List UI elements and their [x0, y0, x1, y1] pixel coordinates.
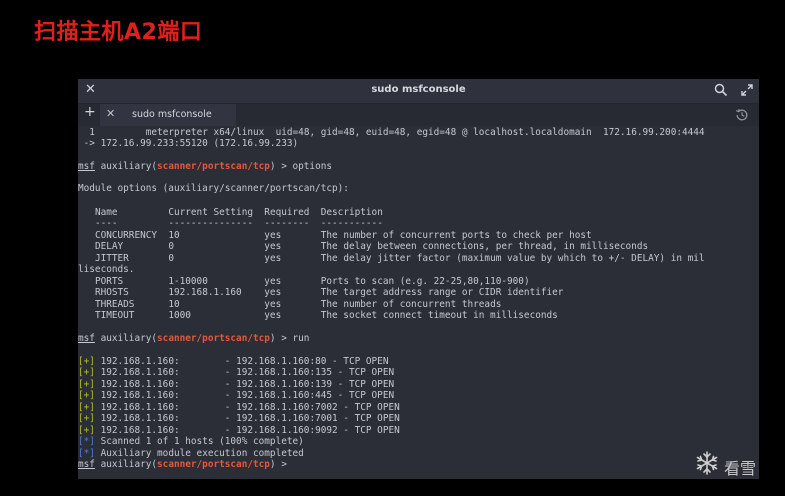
watermark-text: 看雪 — [724, 459, 757, 478]
history-icon[interactable] — [734, 107, 750, 123]
table-row: DELAY 0 yes The delay between connection… — [94, 241, 649, 252]
close-icon[interactable]: ✕ — [106, 107, 115, 120]
terminal-window: ✕ sudo msfconsole + ✕ sudo msfconsole 1 … — [78, 79, 759, 479]
table-row-wrap: liseconds. — [78, 264, 135, 275]
watermark: 看雪 — [694, 450, 772, 480]
scan-result-line: [+] 192.168.1.160: - 192.168.1.160:7001 … — [78, 413, 400, 424]
maximize-icon[interactable] — [740, 83, 754, 97]
status-line: [*] Scanned 1 of 1 hosts (100% complete) — [78, 436, 304, 447]
table-row: TIMEOUT 1000 yes The socket connect time… — [94, 310, 558, 321]
window-titlebar: ✕ sudo msfconsole — [78, 79, 759, 103]
slide-title: 扫描主机A2端口 — [34, 20, 203, 45]
table-row: RHOSTS 192.168.1.160 yes The target addr… — [94, 287, 564, 298]
session-line-continued: -> 172.16.99.233:55120 (172.16.99.233) — [83, 138, 299, 149]
tab-bar: + ✕ sudo msfconsole — [78, 103, 759, 126]
snowflake-icon — [696, 451, 718, 475]
prompt-line: msf auxiliary(scanner/portscan/tcp) > ru… — [78, 333, 310, 344]
module-options-header: Module options (auxiliary/scanner/portsc… — [78, 183, 349, 194]
prompt-line: msf auxiliary(scanner/portscan/tcp) > op… — [78, 161, 333, 172]
scan-result-line: [+] 192.168.1.160: - 192.168.1.160:445 -… — [78, 390, 395, 401]
terminal-output[interactable]: 1 meterpreter x64/linux uid=48, gid=48, … — [78, 127, 759, 479]
prompt-line: msf auxiliary(scanner/portscan/tcp) > — [78, 459, 293, 470]
tab-sudo-msfconsole[interactable]: ✕ sudo msfconsole — [100, 104, 236, 126]
search-icon[interactable] — [714, 83, 728, 97]
plus-icon[interactable]: + — [84, 104, 96, 120]
options-table-underline: ---- --------------- -------- ----------… — [94, 218, 383, 229]
tab-label: sudo msfconsole — [132, 109, 212, 120]
window-title: sudo msfconsole — [371, 84, 466, 95]
scan-result-line: [+] 192.168.1.160: - 192.168.1.160:135 -… — [78, 367, 395, 378]
